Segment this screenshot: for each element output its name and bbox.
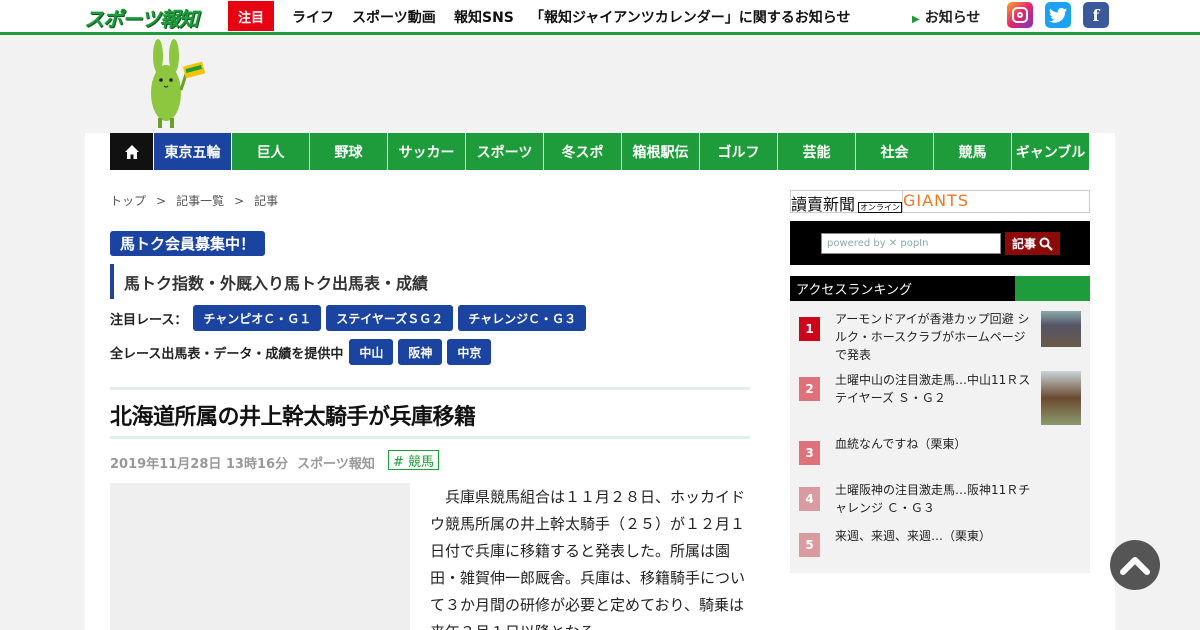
yomiuri-online-link[interactable]: 讀賣新聞 オンライン xyxy=(791,191,904,214)
title-divider-bottom xyxy=(110,436,750,439)
access-ranking-title: アクセスランキング xyxy=(790,276,1015,301)
nav-baseball[interactable]: 野球 xyxy=(309,133,387,170)
race-challenge-cup[interactable]: チャレンジＣ・Ｇ３ xyxy=(458,305,587,331)
yomiuri-logo-text: 讀賣新聞 xyxy=(791,195,856,214)
featured-badge[interactable]: 注目 xyxy=(228,1,274,31)
ranking-item[interactable]: 4 土曜阪神の注目激走馬…阪神11Ｒチャレンジ Ｃ・Ｇ３ xyxy=(790,481,1090,521)
article-tag-horse-racing[interactable]: # 競馬 xyxy=(388,450,440,470)
home-button[interactable] xyxy=(110,133,153,170)
umatoku-member-badge[interactable]: 馬トク会員募集中！ xyxy=(110,231,266,256)
race-champions-cup[interactable]: チャンピオＣ・Ｇ１ xyxy=(193,305,322,331)
home-icon xyxy=(124,144,139,159)
nav-gambling[interactable]: ギャンブル xyxy=(1011,133,1089,170)
ranking-headline: 土曜中山の注目激走馬…中山11Ｒステイヤーズ Ｓ・Ｇ２ xyxy=(835,373,1031,405)
search-button[interactable]: 記事 xyxy=(1005,232,1060,255)
venue-chukyo[interactable]: 中京 xyxy=(447,339,492,365)
search-input[interactable]: powered by ✕ popIn xyxy=(821,233,1001,254)
site-logo[interactable]: スポーツ報知 xyxy=(84,3,208,31)
ranking-number: 2 xyxy=(799,377,820,401)
search-button-label: 記事 xyxy=(1011,237,1036,251)
breadcrumb-article-list[interactable]: 記事一覧 xyxy=(176,194,224,208)
bird-glyph xyxy=(1049,7,1067,23)
camera-glyph xyxy=(1012,7,1028,23)
nav-winter-sports[interactable]: 冬スポ xyxy=(543,133,621,170)
nav-tokyo-olympics[interactable]: 東京五輪 xyxy=(153,133,231,170)
ranking-item[interactable]: 3 血統なんですね（栗東） xyxy=(790,435,1090,471)
breadcrumb-separator: > xyxy=(234,194,245,208)
ranking-number: 1 xyxy=(799,317,820,341)
nav-horse-racing[interactable]: 競馬 xyxy=(933,133,1011,170)
site-logo-text: スポーツ報知 xyxy=(84,7,199,31)
article-meta: 2019年11月28日 13時16分 スポーツ報知 xyxy=(110,453,375,472)
twitter-icon[interactable] xyxy=(1045,2,1071,28)
umatoku-index-link[interactable]: 馬トク指数・外厩入り馬トク出馬表・成績 xyxy=(110,264,428,299)
ranking-thumbnail xyxy=(1041,311,1081,347)
main-nav: 東京五輪 巨人 野球 サッカー スポーツ 冬スポ 箱根駅伝 ゴルフ 芸能 社会 … xyxy=(110,133,1089,170)
nav-entertainment[interactable]: 芸能 xyxy=(777,133,855,170)
race-stayers-stakes[interactable]: ステイヤーズＳＧ２ xyxy=(326,305,454,331)
access-ranking-header: アクセスランキング xyxy=(790,276,1090,301)
instagram-icon[interactable] xyxy=(1007,2,1033,28)
featured-races-label: 注目レース： xyxy=(110,312,188,328)
link-life[interactable]: ライフ xyxy=(292,7,334,27)
all-races-row: 全レース出馬表・データ・成績を提供中 中山 阪神 中京 xyxy=(110,339,496,365)
ranking-item[interactable]: 1 アーモンドアイが香港カップ回避 シルク・ホースクラブがホームページで発表 xyxy=(790,311,1090,362)
ranking-header-accent xyxy=(1015,276,1090,301)
nav-hakone-ekiden[interactable]: 箱根駅伝 xyxy=(621,133,699,170)
nav-soccer[interactable]: サッカー xyxy=(387,133,465,170)
search-icon xyxy=(1039,237,1053,251)
breadcrumb-separator: > xyxy=(156,194,167,208)
link-sports-video[interactable]: スポーツ動画 xyxy=(352,7,436,27)
title-divider-top xyxy=(110,387,750,390)
ranking-number: 4 xyxy=(799,487,820,511)
breadcrumb-current: 記事 xyxy=(254,194,279,208)
link-giants-calendar-notice[interactable]: 「報知ジャイアンツカレンダー」に関するお知らせ xyxy=(530,7,850,27)
giants-link[interactable]: GIANTS xyxy=(903,191,969,212)
ranking-headline: 血統なんですね（栗東） xyxy=(835,437,967,451)
featured-races-row: 注目レース： チャンピオＣ・Ｇ１ ステイヤーズＳＧ２ チャレンジＣ・Ｇ３ xyxy=(110,305,591,331)
chevron-up-icon xyxy=(1120,557,1150,575)
top-bar: スポーツ報知 注目 ライフ スポーツ動画 報知SNS 「報知ジャイアンツカレンダ… xyxy=(0,0,1200,35)
ranking-thumbnail xyxy=(1041,371,1081,425)
breadcrumb: トップ > 記事一覧 > 記事 xyxy=(110,192,278,209)
ranking-headline: 来週、来週、来週…（栗東） xyxy=(835,529,992,543)
ranking-item[interactable]: 2 土曜中山の注目激走馬…中山11Ｒステイヤーズ Ｓ・Ｇ２ xyxy=(790,371,1090,427)
article-title: 北海道所属の井上幹太騎手が兵庫移籍 xyxy=(110,405,476,430)
venue-nakayama[interactable]: 中山 xyxy=(349,339,394,365)
ranking-headline: 土曜阪神の注目激走馬…阪神11Ｒチャレンジ Ｃ・Ｇ３ xyxy=(835,483,1031,515)
triangle-right-icon: ▶ xyxy=(912,14,920,25)
nav-society[interactable]: 社会 xyxy=(855,133,933,170)
all-races-label: 全レース出馬表・データ・成績を提供中 xyxy=(110,346,344,362)
ranking-item[interactable]: 5 来週、来週、来週…（栗東） xyxy=(790,527,1090,563)
link-hochi-sns[interactable]: 報知SNS xyxy=(454,7,514,27)
access-ranking-list: 1 アーモンドアイが香港カップ回避 シルク・ホースクラブがホームページで発表 2… xyxy=(790,301,1090,573)
facebook-icon[interactable]: f xyxy=(1083,2,1109,28)
breadcrumb-top[interactable]: トップ xyxy=(110,194,146,208)
notice-label: お知らせ xyxy=(924,10,981,26)
article-body: 兵庫県競馬組合は１１月２８日、ホッカイドウ競馬所属の井上幹太騎手（２５）が１２月… xyxy=(430,488,746,630)
ranking-number: 5 xyxy=(799,533,820,557)
search-box: powered by ✕ popIn 記事 xyxy=(790,221,1090,265)
ranking-number: 3 xyxy=(799,441,820,465)
yomiuri-banner: 讀賣新聞 オンライン GIANTS xyxy=(790,190,1090,214)
mascot-character xyxy=(148,38,208,130)
nav-golf[interactable]: ゴルフ xyxy=(699,133,777,170)
yomiuri-online-badge: オンライン xyxy=(858,202,903,213)
article-photo xyxy=(110,483,410,630)
back-to-top-button[interactable] xyxy=(1110,540,1160,590)
notice-link[interactable]: ▶ お知らせ xyxy=(912,7,980,27)
ranking-headline: アーモンドアイが香港カップ回避 シルク・ホースクラブがホームページで発表 xyxy=(835,312,1030,362)
venue-hanshin[interactable]: 阪神 xyxy=(398,339,443,365)
nav-giants[interactable]: 巨人 xyxy=(231,133,309,170)
nav-sports[interactable]: スポーツ xyxy=(465,133,543,170)
article-source: スポーツ報知 xyxy=(297,457,375,472)
article-date: 2019年11月28日 13時16分 xyxy=(110,457,289,472)
